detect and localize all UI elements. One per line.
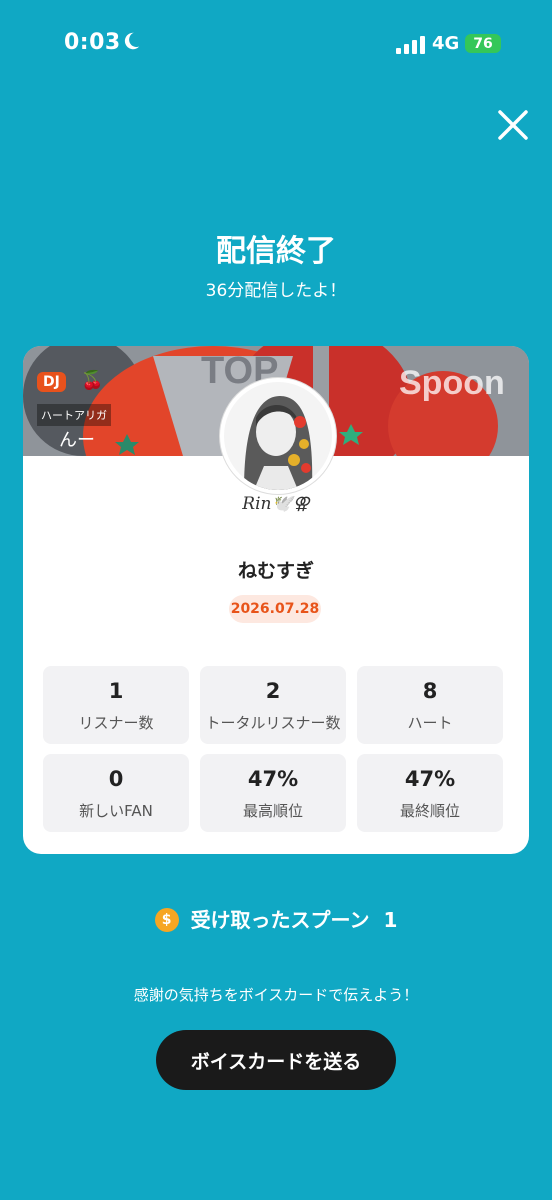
stat-value: 47% [404,767,456,791]
received-spoons: 受け取ったスプーン 1 [0,904,552,934]
avatar-illustration [224,382,332,490]
host-username[interactable]: Rin🕊️⚢ [23,494,529,514]
banner-heart-label: ハートアリガ [37,404,111,426]
page-subtitle: 36分配信したよ！ [205,281,347,301]
spoon-coin-icon [154,907,179,932]
summary-card: TOP Spoon DJ 🍒 ハートアリガ んー Rin🕊️⚢ ねむすぎ 202… [23,346,529,854]
stat-value: 1 [108,679,124,703]
received-spoons-label: 受け取ったスプーン [190,908,370,932]
status-time: 0:03 [64,30,121,55]
moon-icon [124,32,140,50]
network-type: 4G [432,33,460,54]
thanks-message: 感謝の気持ちをボイスカードで伝えよう！ [133,986,419,1004]
send-voice-card-button[interactable]: ボイスカードを送る [156,1030,396,1090]
stat-value: 8 [422,679,438,703]
stat-listeners: 1 リスナー数 [43,666,189,744]
stat-label: リスナー数 [78,714,154,732]
stat-hearts: 8 ハート [357,666,503,744]
stream-title: ねむすぎ [237,560,314,582]
status-bar: 0:03 4G 76 [0,0,552,90]
stat-new-fans: 0 新しいFAN [43,754,189,832]
battery-icon: 76 [465,34,501,53]
stat-label: 最高順位 [242,802,303,820]
signal-icon [396,36,425,54]
page-title: 配信終了 [216,234,336,269]
close-icon[interactable] [496,108,530,142]
dj-badge: DJ [37,372,66,392]
cherry-icon: 🍒 [81,370,104,391]
stat-final-rank: 47% 最終順位 [357,754,503,832]
battery-level: 76 [473,35,493,52]
stat-total-listeners: 2 トータルリスナー数 [200,666,346,744]
stat-value: 2 [265,679,281,703]
avatar[interactable] [220,378,336,494]
stat-value: 0 [108,767,124,791]
received-spoons-count: 1 [383,908,398,932]
stat-value: 47% [247,767,299,791]
stat-label: トータルリスナー数 [205,714,341,732]
stat-label: ハート [407,714,453,732]
stat-label: 最終順位 [399,802,460,820]
spoon-logo: Spoon [399,364,505,402]
stream-date-badge: 2026.07.28 [229,595,321,623]
stat-label: 新しいFAN [79,802,153,820]
banner-partial-text: んー [59,430,95,451]
stat-highest-rank: 47% 最高順位 [200,754,346,832]
